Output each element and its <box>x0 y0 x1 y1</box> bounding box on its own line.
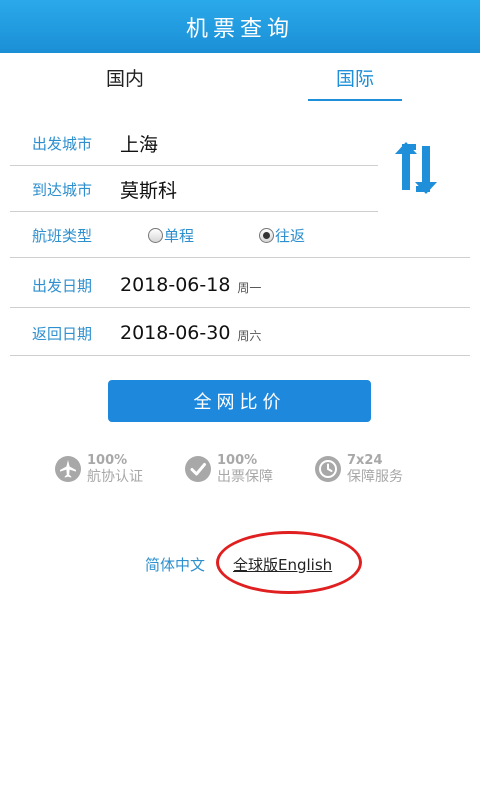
guarantee-ticketing-percent: 100% <box>217 453 258 468</box>
arrival-city-row[interactable]: 到达城市 莫斯科 <box>10 166 378 212</box>
tab-international[interactable]: 国际 <box>308 53 402 101</box>
departure-city-label: 出发城市 <box>32 134 93 153</box>
guarantee-ticketing-label: 出票保障 <box>217 469 273 485</box>
arrival-city-label: 到达城市 <box>32 180 93 199</box>
swap-cities-button[interactable] <box>393 140 439 196</box>
guarantee-service-label: 保障服务 <box>347 469 403 485</box>
one-way-label: 单程 <box>164 226 195 245</box>
guarantee-service-text: 7x24 保障服务 <box>347 453 403 485</box>
flight-type-label: 航班类型 <box>32 226 93 245</box>
tab-domestic[interactable]: 国内 <box>70 53 180 101</box>
round-trip-option[interactable]: 往返 <box>259 212 305 258</box>
guarantee-certified-text: 100% 航协认证 <box>87 453 143 485</box>
departure-date-text: 2018-06-18 <box>120 274 231 296</box>
clock-icon <box>315 456 341 482</box>
return-date-value[interactable]: 2018-06-30 周六 <box>120 310 261 356</box>
departure-date-row[interactable]: 出发日期 2018-06-18 周一 <box>10 262 470 308</box>
guarantee-service: 7x24 保障服务 <box>315 450 403 488</box>
flight-type-row: 航班类型 单程 往返 <box>10 212 470 258</box>
flight-search-screen: 机票查询 国内 国际 出发城市 上海 到达城市 莫斯科 航班类型 单程 往返 出… <box>0 0 480 800</box>
arrival-city-value[interactable]: 莫斯科 <box>120 166 177 212</box>
one-way-radio[interactable] <box>148 227 163 243</box>
airplane-icon <box>55 456 81 482</box>
departure-date-value[interactable]: 2018-06-18 周一 <box>120 262 261 308</box>
global-english-link[interactable]: 全球版English <box>233 552 332 576</box>
row-divider <box>10 257 470 258</box>
round-trip-label: 往返 <box>275 226 306 245</box>
header-bar: 机票查询 <box>0 0 480 53</box>
swap-vertical-arrows-icon <box>395 142 437 194</box>
active-tab-indicator <box>308 99 402 101</box>
return-date-row[interactable]: 返回日期 2018-06-30 周六 <box>10 310 470 356</box>
checkmark-icon <box>185 456 211 482</box>
departure-city-row[interactable]: 出发城市 上海 <box>10 120 378 166</box>
page-title: 机票查询 <box>185 16 294 42</box>
return-date-label: 返回日期 <box>32 324 93 343</box>
row-divider <box>10 307 470 308</box>
row-divider <box>10 355 470 356</box>
one-way-option[interactable]: 单程 <box>148 212 194 258</box>
compare-prices-button[interactable]: 全网比价 <box>108 380 371 422</box>
departure-city-value[interactable]: 上海 <box>120 120 158 166</box>
tab-bar: 国内 国际 <box>0 53 480 101</box>
departure-weekday: 周一 <box>237 280 262 295</box>
round-trip-radio[interactable] <box>259 227 274 243</box>
departure-date-label: 出发日期 <box>32 276 93 295</box>
guarantee-certified: 100% 航协认证 <box>55 450 143 488</box>
return-date-text: 2018-06-30 <box>120 322 231 344</box>
guarantee-ticketing: 100% 出票保障 <box>185 450 273 488</box>
simplified-chinese-link[interactable]: 简体中文 <box>145 552 205 576</box>
guarantee-service-hours: 7x24 <box>347 453 383 468</box>
guarantee-certified-percent: 100% <box>87 453 128 468</box>
return-weekday: 周六 <box>237 328 262 343</box>
guarantee-certified-label: 航协认证 <box>87 469 143 485</box>
guarantee-ticketing-text: 100% 出票保障 <box>217 453 273 485</box>
